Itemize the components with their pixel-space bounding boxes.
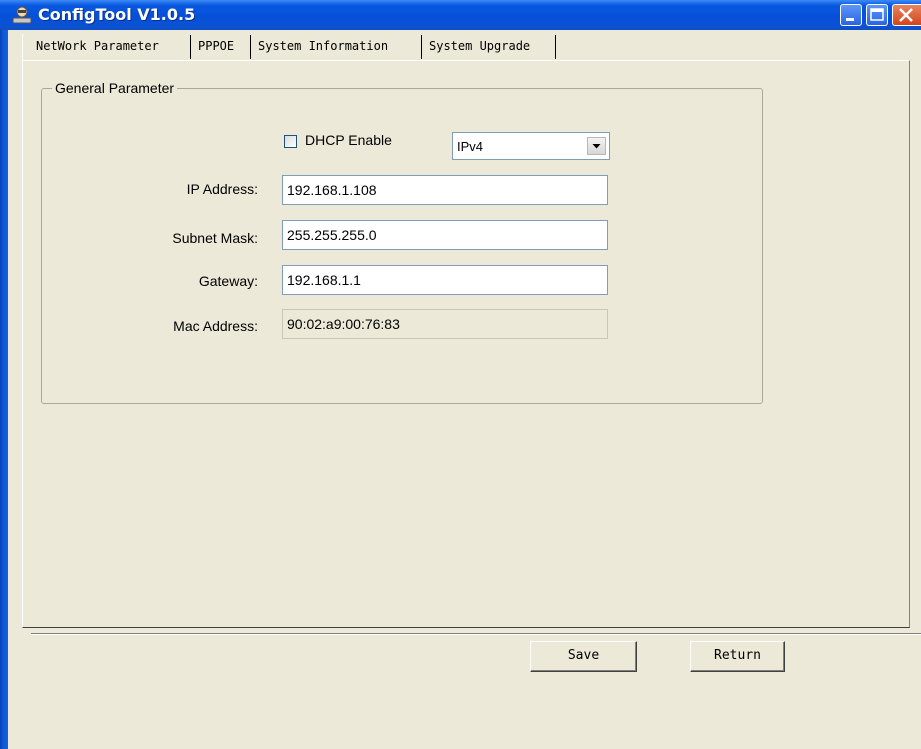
tab-divider — [190, 35, 191, 59]
tab-divider — [555, 35, 556, 59]
tab-divider — [250, 35, 251, 59]
tab-divider — [421, 35, 422, 59]
ip-address-label: IP Address: — [186, 181, 258, 197]
ip-address-field[interactable]: 192.168.1.108 — [282, 175, 608, 205]
tab-strip-edge — [22, 34, 23, 60]
close-icon — [899, 8, 913, 22]
tab-system-information[interactable]: System Information — [254, 33, 392, 59]
gateway-label: Gateway: — [198, 273, 258, 289]
minimize-button[interactable] — [840, 4, 862, 26]
subnet-mask-field[interactable]: 255.255.255.0 — [282, 220, 608, 250]
window-frame-left — [0, 30, 8, 749]
maximize-icon — [870, 8, 884, 21]
mac-address-label: Mac Address: — [173, 318, 258, 334]
window-title: ConfigTool V1.0.5 — [38, 5, 196, 24]
subnet-mask-label: Subnet Mask: — [172, 230, 258, 246]
config-tool-window: ConfigTool V1.0.5 NetWork Parameter PPPO… — [0, 0, 921, 749]
maximize-button[interactable] — [866, 4, 888, 26]
dropdown-arrow-button[interactable] — [587, 137, 606, 155]
title-bar[interactable]: ConfigTool V1.0.5 — [0, 0, 921, 30]
bottom-divider — [31, 633, 921, 635]
tab-network-parameter[interactable]: NetWork Parameter — [32, 33, 163, 59]
dhcp-enable-checkbox[interactable] — [284, 135, 297, 148]
group-title: General Parameter — [52, 80, 178, 96]
mac-address-field: 90:02:a9:00:76:83 — [282, 309, 608, 339]
gateway-field[interactable]: 192.168.1.1 — [282, 265, 608, 295]
save-button[interactable]: Save — [530, 641, 637, 672]
network-tool-icon — [12, 5, 32, 25]
tab-system-upgrade[interactable]: System Upgrade — [425, 33, 534, 59]
dhcp-enable-label[interactable]: DHCP Enable — [305, 132, 392, 148]
return-button[interactable]: Return — [690, 641, 785, 672]
chevron-down-icon — [592, 144, 601, 149]
tab-pppoe[interactable]: PPPOE — [194, 33, 238, 59]
minimize-icon — [846, 18, 854, 21]
ip-version-value: IPv4 — [457, 139, 484, 154]
close-button[interactable] — [892, 4, 921, 26]
